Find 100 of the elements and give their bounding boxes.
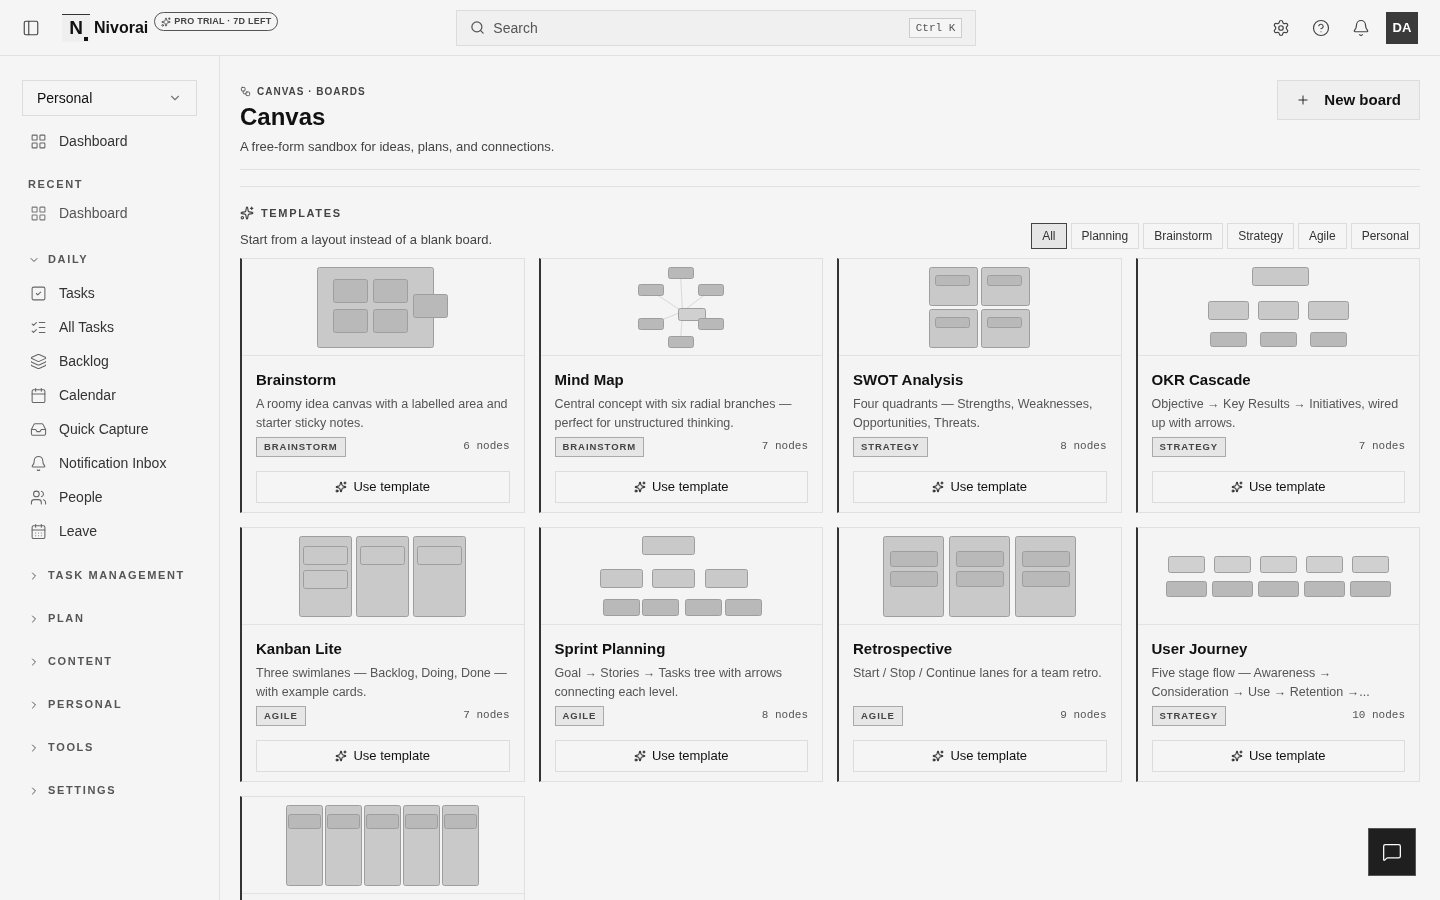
calendar-icon	[30, 387, 47, 404]
page-subtitle: A free-form sandbox for ideas, plans, and connections.	[240, 138, 555, 156]
template-card[interactable]: Kanban Lite Three swimlanes — Backlog, Doing, Done — with example cards. AGILE 7 nodes Use template	[240, 527, 525, 782]
sidebar-item[interactable]: Calendar	[22, 378, 197, 413]
filter-chip[interactable]: Planning	[1070, 223, 1140, 249]
logo: N	[62, 13, 90, 42]
section-toggle[interactable]: SETTINGS	[22, 773, 197, 808]
use-template-button[interactable]: Use template	[853, 470, 1107, 503]
sidebar-item[interactable]: Backlog	[22, 344, 197, 379]
category-tag: STRATEGY	[1151, 436, 1227, 457]
people-icon	[30, 489, 47, 506]
card-title: User Journey	[1151, 639, 1249, 659]
node-count: 8 nodes	[1060, 439, 1107, 455]
settings-icon[interactable]	[1272, 18, 1290, 37]
node-count: 9 nodes	[1060, 708, 1107, 724]
card-description: Central concept with six radial branches — perfect for unstructured thinking.	[554, 395, 793, 432]
card-title: Mind Map	[554, 370, 625, 390]
node-count: 8 nodes	[761, 708, 808, 724]
section-toggle[interactable]: TOOLS	[22, 730, 197, 765]
chat-button[interactable]	[1368, 828, 1416, 876]
sidebar-item[interactable]: Notification Inbox	[22, 446, 197, 481]
section-toggle[interactable]: PLAN	[22, 601, 197, 636]
section-toggle[interactable]: DAILY	[22, 242, 197, 277]
template-card[interactable]: OKR Cascade Objective → Key Results → Initiatives, wired up with arrows. STRATEGY 7 nodes Use template	[1135, 258, 1420, 513]
sparkles-icon	[335, 480, 348, 493]
chat-icon	[1382, 842, 1402, 862]
use-template-button[interactable]: Use template	[853, 739, 1107, 772]
category-tag: BRAINSTORM	[256, 436, 346, 457]
help-icon[interactable]	[1312, 18, 1330, 37]
sidebar-item[interactable]: People	[22, 480, 197, 515]
use-template-button[interactable]: Use template	[554, 470, 808, 503]
category-tag: AGILE	[554, 705, 605, 726]
sidebar-item[interactable]: Tasks	[22, 276, 197, 311]
bell-icon	[30, 455, 47, 472]
section-subtitle: Start from a layout instead of a blank board.	[240, 230, 493, 249]
use-template-button[interactable]: Use template	[1151, 739, 1405, 772]
use-template-button[interactable]: Use template	[256, 470, 510, 503]
category-tag: BRAINSTORM	[554, 436, 645, 457]
sparkles-icon	[335, 749, 348, 762]
search-icon	[470, 19, 486, 35]
sparkles-icon	[633, 480, 646, 493]
sidebar-item[interactable]: Dashboard	[22, 124, 197, 158]
card-description: Objective → Key Results → Initiatives, wired up with arrows.	[1151, 395, 1400, 432]
plus-icon	[1296, 93, 1311, 107]
filter-chip[interactable]: Personal	[1350, 223, 1420, 249]
card-description: Five stage flow — Awareness → Consideration → Use → Retention →...	[1151, 664, 1371, 701]
breadcrumb: CANVAS · BOARDS	[257, 85, 366, 99]
section-toggle[interactable]: PERSONAL	[22, 687, 197, 722]
node-count: 6 nodes	[463, 439, 510, 455]
sparkles-icon	[240, 205, 254, 220]
calendar-icon	[30, 523, 47, 540]
template-card[interactable]: Mind Map Central concept with six radial branches — perfect for unstructured thinking. BRAINSTORM 7 nodes Use template	[538, 258, 823, 513]
card-description: Three swimlanes — Backlog, Doing, Done — with example cards.	[256, 664, 508, 701]
template-card[interactable]: SWOT Analysis Four quadrants — Strengths, Weaknesses, Opportunities, Threats. STRATEGY 8 nodes Use template	[837, 258, 1122, 513]
section-title: TEMPLATES	[261, 205, 342, 221]
sidebar-toggle-icon[interactable]	[22, 18, 40, 37]
category-tag: STRATEGY	[853, 436, 928, 457]
node-count: 10 nodes	[1352, 708, 1405, 724]
sidebar-item[interactable]: Quick Capture	[22, 412, 197, 447]
section-toggle[interactable]: CONTENT	[22, 644, 197, 679]
new-board-button[interactable]: New board	[1277, 80, 1420, 120]
filter-chip[interactable]: Agile	[1297, 223, 1347, 249]
sparkles-icon	[932, 480, 945, 493]
grid-icon	[30, 205, 47, 222]
use-template-button[interactable]: Use template	[1151, 470, 1405, 503]
node-count: 7 nodes	[1358, 439, 1405, 455]
filter-chip[interactable]: Strategy	[1227, 223, 1294, 249]
template-card[interactable]: Brainstorm A roomy idea canvas with a labelled area and starter sticky notes. BRAINSTORM 6 nodes Use template	[240, 258, 525, 513]
category-tag: AGILE	[853, 705, 903, 726]
checkbox-icon	[30, 285, 47, 302]
template-card[interactable]: Sprint Planning Goal → Stories → Tasks tree with arrows connecting each level. AGILE 8 nodes Use template	[538, 527, 823, 782]
card-title: OKR Cascade	[1151, 370, 1252, 390]
notifications-icon[interactable]	[1352, 18, 1370, 37]
checklist-icon	[30, 319, 47, 336]
sidebar-item[interactable]: Leave	[22, 514, 197, 549]
template-card[interactable]: Retrospective Start / Stop / Continue lanes for a team retro. AGILE 9 nodes Use template	[837, 527, 1122, 782]
section-toggle[interactable]: TASK MANAGEMENT	[22, 558, 197, 593]
sidebar-item[interactable]: Dashboard	[22, 196, 197, 231]
card-description: Goal → Stories → Tasks tree with arrows connecting each level.	[554, 664, 784, 701]
page-title: Canvas	[240, 102, 327, 132]
use-template-button[interactable]: Use template	[554, 739, 808, 772]
section-heading: RECENT	[27, 177, 85, 192]
filter-chip[interactable]: All	[1031, 223, 1067, 249]
node-count: 7 nodes	[761, 439, 808, 455]
sparkles-icon	[161, 16, 172, 27]
layers-icon	[30, 353, 47, 370]
sparkles-icon	[1230, 749, 1243, 762]
workspace-select[interactable]: Personal	[22, 80, 197, 116]
sparkles-icon	[932, 749, 945, 762]
sparkles-icon	[633, 749, 646, 762]
filter-chip[interactable]: Brainstorm	[1143, 223, 1224, 249]
brand-name: Nivorai	[94, 17, 149, 38]
template-card[interactable]: User Journey Five stage flow — Awareness → Consideration → Use → Retention →... STRATEGY 10 nodes Use template	[1135, 527, 1420, 782]
category-tag: AGILE	[256, 705, 306, 726]
card-description: Four quadrants — Strengths, Weaknesses, Opportunities, Threats.	[853, 395, 1094, 432]
user-avatar[interactable]: DA	[1386, 11, 1418, 44]
use-template-button[interactable]: Use template	[256, 739, 510, 772]
sidebar-item[interactable]: All Tasks	[22, 310, 197, 345]
card-title: Sprint Planning	[554, 639, 667, 659]
card-description: A roomy idea canvas with a labelled area and starter sticky notes.	[256, 395, 509, 432]
